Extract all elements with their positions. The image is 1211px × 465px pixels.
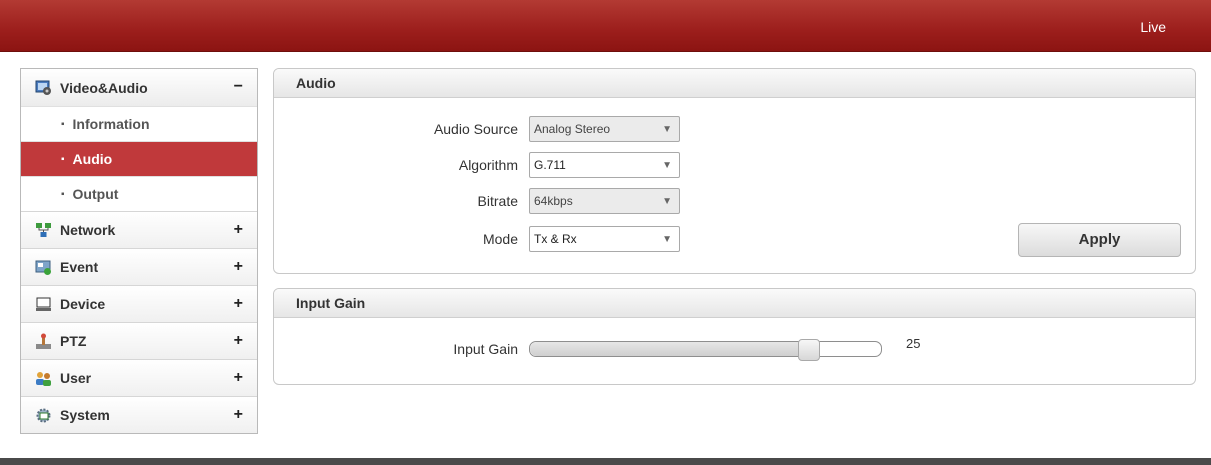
bottom-bar	[0, 458, 1211, 465]
menu-label: Video&Audio	[60, 79, 148, 96]
algorithm-row: Algorithm G.711 ▼	[274, 152, 680, 178]
sidebar-item-output[interactable]: ▪ Output	[21, 176, 257, 211]
menu-system[interactable]: System +	[21, 396, 257, 433]
menu-video-audio[interactable]: Video&Audio −	[21, 69, 257, 106]
menu-label: Device	[60, 296, 106, 312]
expand-icon[interactable]: +	[234, 295, 243, 313]
menu-user[interactable]: User +	[21, 359, 257, 396]
dropdown-arrow-icon: ▼	[662, 234, 672, 245]
dropdown-arrow-icon: ▼	[662, 196, 672, 207]
input-gain-label: Input Gain	[453, 341, 518, 357]
live-link[interactable]: Live	[1140, 19, 1166, 35]
ptz-icon	[35, 333, 52, 350]
slider-thumb[interactable]	[798, 339, 820, 361]
audio-source-select[interactable]: Analog Stereo ▼	[529, 116, 680, 142]
mode-row: Mode Tx & Rx ▼	[274, 226, 680, 252]
sidebar-item-label: Information	[72, 116, 150, 132]
expand-icon[interactable]: +	[234, 332, 243, 350]
audio-source-value: Analog Stereo	[534, 122, 611, 136]
bitrate-label: Bitrate	[477, 193, 518, 209]
menu-label: User	[60, 370, 92, 386]
user-icon	[35, 370, 52, 387]
menu-label: Event	[60, 259, 99, 275]
bullet-icon: ▪	[61, 188, 65, 200]
menu-event[interactable]: Event +	[21, 248, 257, 285]
sidebar-item-audio[interactable]: ▪ Audio	[21, 141, 257, 176]
network-icon	[35, 222, 52, 239]
input-gain-value: 25	[906, 336, 921, 351]
collapse-icon[interactable]: −	[234, 78, 243, 96]
panel-title: Input Gain	[274, 289, 1195, 318]
top-header-bar: Live	[0, 0, 1211, 52]
menu-ptz[interactable]: PTZ +	[21, 322, 257, 359]
mode-value: Tx & Rx	[534, 232, 577, 246]
panel-title: Audio	[274, 69, 1195, 98]
algorithm-label: Algorithm	[458, 157, 518, 173]
bullet-icon: ▪	[61, 153, 65, 165]
bitrate-row: Bitrate 64kbps ▼	[274, 188, 680, 214]
mode-select[interactable]: Tx & Rx ▼	[529, 226, 680, 252]
event-icon	[35, 259, 52, 276]
input-gain-row: Input Gain	[274, 339, 882, 361]
bitrate-value: 64kbps	[534, 194, 573, 208]
algorithm-value: G.711	[534, 158, 566, 172]
sidebar-item-label: Audio	[72, 151, 113, 167]
device-icon	[35, 296, 52, 313]
dropdown-arrow-icon: ▼	[662, 160, 672, 171]
sidebar-menu: Video&Audio − ▪ Information ▪ Audio ▪ Ou…	[20, 68, 258, 434]
bullet-icon: ▪	[61, 118, 65, 130]
menu-label: PTZ	[60, 333, 87, 349]
apply-button[interactable]: Apply	[1018, 223, 1181, 257]
expand-icon[interactable]: +	[234, 406, 243, 424]
menu-label: Network	[60, 222, 116, 238]
video-audio-icon	[35, 79, 52, 96]
system-icon	[35, 407, 52, 424]
audio-source-row: Audio Source Analog Stereo ▼	[274, 116, 680, 142]
mode-label: Mode	[482, 231, 518, 247]
audio-source-label: Audio Source	[433, 121, 518, 137]
audio-panel: Audio Audio Source Analog Stereo ▼ Algor…	[273, 68, 1196, 274]
slider-fill	[530, 342, 802, 356]
dropdown-arrow-icon: ▼	[662, 124, 672, 135]
sidebar-item-information[interactable]: ▪ Information	[21, 106, 257, 141]
input-gain-slider[interactable]	[529, 339, 882, 361]
menu-device[interactable]: Device +	[21, 285, 257, 322]
bitrate-select[interactable]: 64kbps ▼	[529, 188, 680, 214]
expand-icon[interactable]: +	[234, 221, 243, 239]
expand-icon[interactable]: +	[234, 258, 243, 276]
expand-icon[interactable]: +	[234, 369, 243, 387]
menu-label: System	[60, 407, 110, 423]
sidebar-item-label: Output	[72, 186, 119, 202]
input-gain-panel: Input Gain Input Gain 25	[273, 288, 1196, 385]
algorithm-select[interactable]: G.711 ▼	[529, 152, 680, 178]
menu-network[interactable]: Network +	[21, 211, 257, 248]
